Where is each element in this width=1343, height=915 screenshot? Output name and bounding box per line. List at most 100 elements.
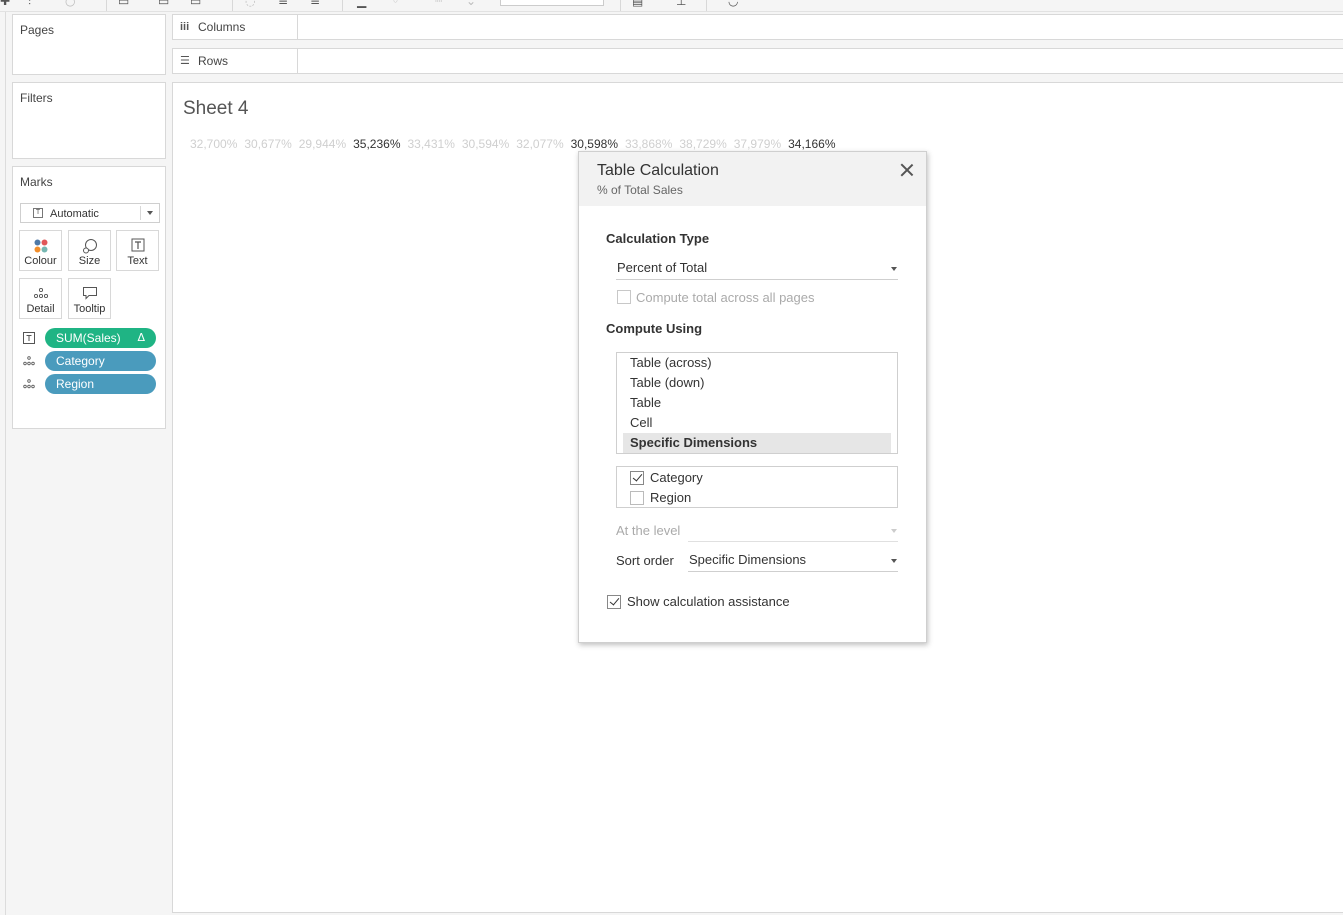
show-assistance-label: Show calculation assistance [627, 594, 790, 609]
text-button[interactable]: Text [116, 230, 159, 271]
toolbar-icon[interactable]: ▤ [632, 0, 643, 8]
list-item[interactable]: Table (across) [623, 353, 891, 373]
filters-title: Filters [20, 91, 53, 105]
rows-icon: ☰ [180, 55, 190, 67]
region-dimension-label: Region [650, 490, 692, 505]
list-item-selected[interactable]: Specific Dimensions [623, 433, 891, 453]
toolbar-icon[interactable]: ⊥ [676, 0, 686, 8]
value-cell[interactable]: 29,944% [299, 137, 346, 151]
detail-icon[interactable] [23, 355, 35, 367]
value-cell[interactable]: 32,700% [190, 137, 237, 151]
left-edge-strip [0, 12, 6, 915]
calculation-type-heading: Calculation Type [606, 231, 710, 246]
filters-card[interactable]: Filters [12, 82, 166, 159]
toolbar-icon[interactable]: ▭ [118, 0, 129, 8]
columns-shelf[interactable]: iii Columns [172, 14, 1343, 40]
marks-card: Marks T Automatic Colour Size Text Detai… [12, 166, 166, 429]
text-mark-icon: T [33, 208, 43, 218]
sort-order-dropdown[interactable]: Specific Dimensions [688, 550, 898, 572]
text-icon [131, 238, 144, 252]
chevron-down-icon [891, 267, 897, 271]
text-icon[interactable] [23, 332, 35, 344]
toolbar-icon[interactable]: ▭ [158, 0, 169, 8]
toolbar-icon[interactable]: ≡ [278, 0, 288, 8]
rows-shelf-label: ☰ Rows [173, 49, 298, 73]
category-dimension-label: Category [650, 470, 703, 485]
value-cell-highlighted[interactable]: 34,166% [788, 137, 835, 151]
toolbar-icon[interactable]: ✚ [0, 0, 10, 8]
detail-icon [33, 287, 48, 299]
pages-card[interactable]: Pages [12, 14, 166, 75]
mark-type-dropdown[interactable]: T Automatic [20, 203, 160, 223]
size-label: Size [78, 255, 101, 267]
detail-icon[interactable] [23, 378, 35, 390]
toolbar-icon[interactable]: ⫶ [28, 0, 31, 9]
detail-button[interactable]: Detail [19, 278, 62, 319]
value-cell[interactable]: 30,677% [244, 137, 291, 151]
tooltip-button[interactable]: Tooltip [68, 278, 111, 319]
toolbar: ✚ ⫶ ○ ▭ ▭ ▭ ◌ ≡ ≡ ▁ ◦ ┈ ⌄ ▤ ⊥ ◡ [0, 0, 1343, 12]
value-cell[interactable]: 33,868% [625, 137, 672, 151]
dialog-subtitle: % of Total Sales [597, 183, 683, 197]
list-item[interactable]: Table (down) [623, 373, 891, 393]
list-item[interactable]: Cell [623, 413, 891, 433]
value-cell-highlighted[interactable]: 30,598% [571, 137, 618, 151]
category-pill[interactable]: Category [45, 351, 156, 371]
chevron-down-icon [891, 529, 897, 533]
value-cell[interactable]: 32,077% [516, 137, 563, 151]
toolbar-icon[interactable]: ┈ [435, 0, 442, 8]
table-calculation-dialog: Table Calculation % of Total Sales Calcu… [578, 151, 927, 643]
close-icon[interactable] [900, 163, 914, 177]
sort-order-label: Sort order [616, 553, 674, 568]
toolbar-icon[interactable]: ≡ [310, 0, 320, 8]
marks-title: Marks [20, 175, 53, 189]
detail-label: Detail [26, 303, 55, 315]
mark-type-label: Automatic [50, 208, 99, 220]
compute-total-checkbox[interactable] [617, 290, 631, 304]
calculation-type-value: Percent of Total [617, 260, 708, 275]
toolbar-icon[interactable]: ▭ [190, 0, 201, 8]
show-assistance-checkbox[interactable] [607, 595, 621, 609]
toolbar-icon[interactable]: ⌄ [466, 0, 476, 8]
toolbar-icon[interactable]: ○ [65, 0, 75, 8]
pill-label: Category [56, 354, 105, 368]
compute-using-heading: Compute Using [606, 321, 703, 336]
toolbar-fit-select[interactable] [500, 0, 604, 6]
rows-shelf[interactable]: ☰ Rows [172, 48, 1343, 74]
value-cell[interactable]: 38,729% [679, 137, 726, 151]
sheet-title[interactable]: Sheet 4 [183, 98, 249, 120]
toolbar-icon[interactable]: ▁ [357, 0, 366, 8]
dimensions-list: Category Region [616, 466, 898, 508]
values-row: 32,700% 30,677% 29,944% 35,236% 33,431% 30,59… [190, 137, 843, 151]
tooltip-label: Tooltip [73, 303, 106, 315]
region-pill[interactable]: Region [45, 374, 156, 394]
toolbar-icon[interactable]: ◌ [245, 0, 255, 8]
tableau-workspace: ✚ ⫶ ○ ▭ ▭ ▭ ◌ ≡ ≡ ▁ ◦ ┈ ⌄ ▤ ⊥ ◡ Pages Fi… [0, 0, 1343, 915]
size-icon [82, 239, 97, 254]
pill-label: SUM(Sales) [56, 331, 121, 345]
sum-sales-pill[interactable]: SUM(Sales) Δ [45, 328, 156, 348]
compute-using-list: Table (across) Table (down) Table Cell S… [616, 352, 898, 454]
toolbar-icon[interactable]: ◦ [392, 0, 399, 8]
value-cell-highlighted[interactable]: 35,236% [353, 137, 400, 151]
category-checkbox[interactable] [630, 471, 644, 485]
value-cell[interactable]: 33,431% [408, 137, 455, 151]
colour-label: Colour [24, 255, 57, 267]
tooltip-icon [82, 287, 97, 300]
list-item[interactable]: Table [623, 393, 891, 413]
region-checkbox[interactable] [630, 491, 644, 505]
pill-label: Region [56, 377, 95, 391]
chevron-down-icon [147, 211, 153, 215]
columns-icon: iii [180, 21, 190, 33]
calculation-type-dropdown[interactable]: Percent of Total [616, 258, 898, 280]
value-cell[interactable]: 30,594% [462, 137, 509, 151]
at-level-label: At the level [616, 523, 681, 538]
toolbar-icon[interactable]: ◡ [728, 0, 738, 8]
size-button[interactable]: Size [68, 230, 111, 271]
at-level-dropdown[interactable] [688, 520, 898, 542]
value-cell[interactable]: 37,979% [734, 137, 781, 151]
colour-button[interactable]: Colour [19, 230, 62, 271]
columns-shelf-label: iii Columns [173, 15, 298, 39]
dialog-header[interactable]: Table Calculation % of Total Sales [579, 152, 926, 206]
text-label: Text [127, 255, 148, 267]
